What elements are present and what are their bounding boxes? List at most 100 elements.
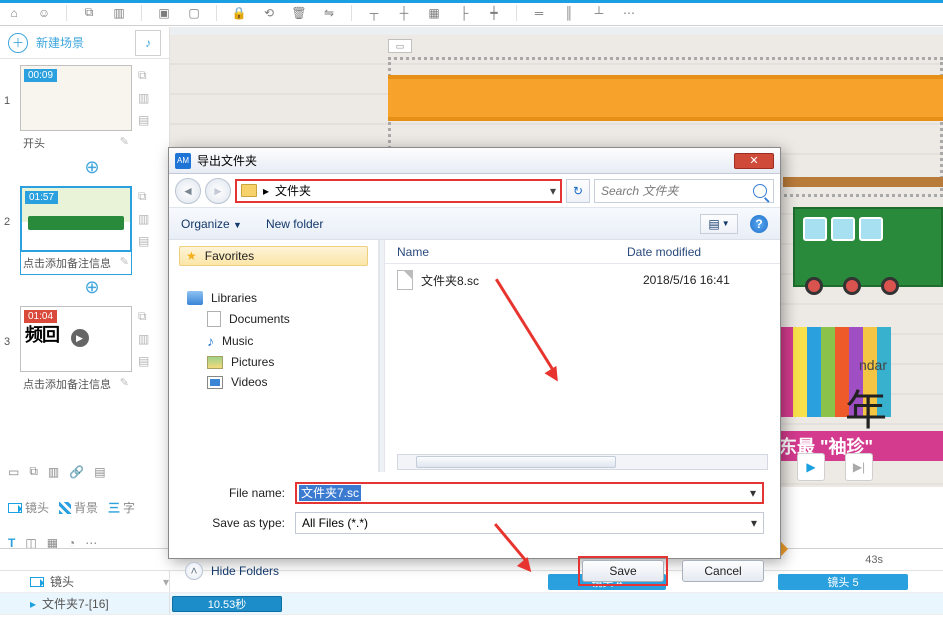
col-date[interactable]: Date modified [627,245,701,259]
list-header[interactable]: Name Date modified [385,240,780,264]
flip-icon[interactable]: ⇋ [321,5,337,21]
new-scene-label[interactable]: 新建场景 [36,34,84,51]
scene-thumb[interactable]: 01:57 [20,186,132,252]
hide-folders-button[interactable]: ˄ Hide Folders [185,562,279,580]
dialog-fields: File name: 文件夹7.sc ▾ Save as type: All F… [169,472,780,548]
tool-del[interactable]: ▤ [94,464,105,479]
filetype-dropdown-icon[interactable]: ▾ [751,516,757,530]
refresh-button[interactable]: ↻ [566,179,590,203]
group-icon[interactable]: ▣ [156,5,172,21]
filename-dropdown-icon[interactable]: ▾ [746,486,760,500]
delete-icon[interactable]: 🗑 [291,5,307,21]
tree-favorites[interactable]: ★Favorites [179,246,368,266]
close-button[interactable]: ✕ [734,153,774,169]
dialog-titlebar[interactable]: AM 导出文件夹 ✕ [169,148,780,174]
scene-caption[interactable]: 点击添加备注信息 [23,376,111,392]
path-dropdown-icon[interactable]: ▾ [550,184,556,198]
camera-button[interactable]: 镜头 [8,499,49,516]
home-icon[interactable]: ⌂ [6,5,22,21]
search-field[interactable]: Search 文件夹 [594,179,774,203]
lock-icon[interactable]: 🔒 [231,5,247,21]
align-grid-icon[interactable]: ▦ [426,5,442,21]
tree-documents[interactable]: Documents [179,308,368,330]
videos-icon [207,376,223,389]
dist-h-icon[interactable]: ═ [531,5,547,21]
save-button[interactable]: Save [582,560,664,582]
scene-del-icon[interactable]: ▤ [138,354,158,368]
align-bottom-icon[interactable]: ┴ [591,5,607,21]
dist-v-icon[interactable]: ║ [561,5,577,21]
filetype-select[interactable]: All Files (*.*) ▾ [295,512,764,534]
scene-thumb[interactable]: 01:04 频回 [20,306,132,372]
scene-item[interactable]: 2 01:57 点击添加备注信息✎ ⊕ ⧉ ▥ ▤ [4,186,165,300]
col-name[interactable]: Name [397,245,627,259]
filetype-value: All Files (*.*) [302,516,368,530]
edit-caption-icon[interactable]: ✎ [120,255,129,271]
next-button[interactable]: ▶| [845,453,873,481]
scene-del-icon[interactable]: ▤ [138,113,158,127]
more-icon[interactable]: ⋯ [621,5,637,21]
add-scene-after[interactable]: ⊕ [36,155,148,180]
align-hcenter-icon[interactable]: ┿ [486,5,502,21]
scene-dup-icon[interactable]: ▥ [138,212,158,226]
app-icon: AM [175,153,191,169]
cancel-button[interactable]: Cancel [682,560,764,582]
tool-paste[interactable]: ▥ [48,464,59,479]
tree-pictures[interactable]: Pictures [179,352,368,372]
scene-item[interactable]: 1 00:09 开头✎ ⊕ ⧉ ▥ ▤ [4,65,165,180]
tree-libraries[interactable]: Libraries [179,288,368,308]
frame-marker-icon: ▭ [388,39,412,53]
filename-label: File name: [185,486,285,500]
view-dropdown[interactable]: ▤▼ [700,214,738,234]
file-row[interactable]: 文件夹8.sc 2018/5/16 16:41 [385,264,780,296]
help-button[interactable]: ? [750,215,768,233]
filename-input[interactable]: 文件夹7.sc ▾ [295,482,764,504]
copy-icon[interactable]: ⧉ [81,5,97,21]
emoji-icon[interactable]: ☺ [36,5,52,21]
new-folder-button[interactable]: New folder [266,217,323,231]
play-button[interactable]: ▶ [797,453,825,481]
scene-copy-icon[interactable]: ⧉ [138,68,158,83]
scene-dup-icon[interactable]: ▥ [138,332,158,346]
background-button[interactable]: 背景 [59,499,98,516]
scene-caption[interactable]: 开头 [23,135,45,151]
tool-select[interactable]: ▭ [8,464,19,479]
tree-videos[interactable]: Videos [179,372,368,392]
scene-thumb[interactable]: 00:09 [20,65,132,131]
property-toolbar: ▭ ⧉ ▥ 🔗 ▤ 镜头 背景 三字 T ◫ ▦ ◔ ⋯ [0,458,170,520]
scene-item[interactable]: 3 01:04 频回 点击添加备注信息✎ ⧉ ▥ ▤ [4,306,165,396]
nav-back-button[interactable]: ◄ [175,178,201,204]
libraries-icon [187,291,203,305]
scene-copy-icon[interactable]: ⧉ [138,189,158,204]
music-button[interactable]: ♪ [135,30,161,56]
paste-icon[interactable]: ▥ [111,5,127,21]
folder-tree[interactable]: ★Favorites Libraries Documents ♪Music Pi… [169,240,379,472]
scene-caption[interactable]: 点击添加备注信息 [23,255,111,271]
add-scene-after[interactable]: ⊕ [36,275,148,300]
edit-caption-icon[interactable]: ✎ [120,135,129,151]
nav-fwd-button[interactable]: ► [205,178,231,204]
font-button[interactable]: 三字 [108,499,135,516]
edit-caption-icon[interactable]: ✎ [120,376,129,392]
tool-link[interactable]: 🔗 [69,464,84,479]
align-vcenter-icon[interactable]: ┼ [396,5,412,21]
ungroup-icon[interactable]: ▢ [186,5,202,21]
scene-copy-icon[interactable]: ⧉ [138,309,158,324]
align-top-icon[interactable]: ┬ [366,5,382,21]
file-list[interactable]: Name Date modified 文件夹8.sc 2018/5/16 16:… [385,240,780,472]
scene-del-icon[interactable]: ▤ [138,234,158,248]
clip[interactable]: 镜头 5 [778,574,908,590]
align-left-icon[interactable]: ├ [456,5,472,21]
tree-music[interactable]: ♪Music [179,330,368,352]
tool-copy[interactable]: ⧉ [29,464,38,479]
clip-selected[interactable]: 10.53秒 [172,596,282,612]
scrollbar-thumb[interactable] [416,456,616,468]
organize-button[interactable]: Organize ▼ [181,217,242,231]
h-scrollbar[interactable] [397,454,768,470]
scene-list: 1 00:09 开头✎ ⊕ ⧉ ▥ ▤ 2 01:57 点击添加备注信息✎ [0,59,169,408]
scene-dup-icon[interactable]: ▥ [138,91,158,105]
path-field[interactable]: ▸ 文件夹 ▾ [235,179,562,203]
new-scene-button[interactable]: ＋ [8,33,28,53]
back-icon[interactable]: ⟲ [261,5,277,21]
documents-icon [207,311,221,327]
